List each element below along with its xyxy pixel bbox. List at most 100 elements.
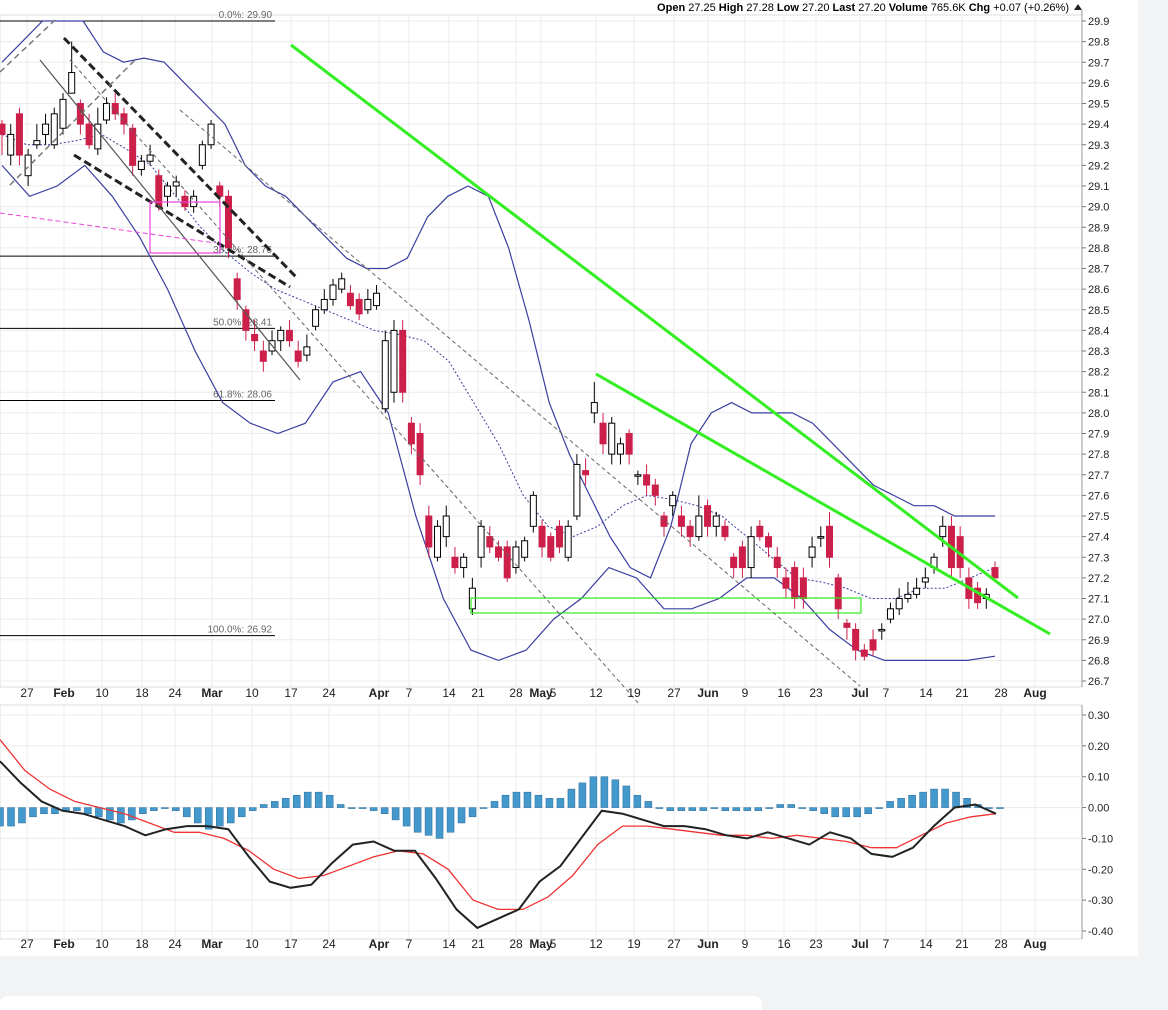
histogram-bar <box>743 807 752 811</box>
candle-body-up <box>364 298 372 311</box>
candle-body-up <box>695 515 703 538</box>
histogram-bar <box>809 807 817 811</box>
histogram-bar <box>787 804 795 808</box>
histogram-bar <box>424 807 433 836</box>
date-tick-label: 10 <box>95 686 109 700</box>
candle-body-down <box>233 278 241 300</box>
quote-label: High <box>716 2 747 14</box>
histogram-bar <box>413 807 422 833</box>
histogram-bar <box>930 788 938 808</box>
histogram-bar <box>688 807 697 811</box>
candle-body-down <box>407 422 415 445</box>
candle-body-down <box>486 536 494 548</box>
histogram-bar <box>18 807 26 824</box>
candle-body-down <box>451 556 459 569</box>
price-tick-label: 27.6 <box>1088 490 1109 502</box>
candle-body-up <box>442 515 450 538</box>
histogram-bar <box>358 807 367 809</box>
date-tick-label: 28 <box>994 686 1008 700</box>
histogram-bar <box>479 807 488 809</box>
candle-body-down <box>547 536 555 558</box>
candle-body-down <box>346 292 354 307</box>
candle-body-down <box>834 577 842 610</box>
histogram-bar <box>84 807 92 814</box>
histogram-bar <box>468 807 477 818</box>
histogram-bar <box>336 804 345 808</box>
price-tick-label: 29.3 <box>1088 140 1109 152</box>
candle-body-up <box>164 185 171 197</box>
histogram-bar <box>578 782 587 808</box>
price-tick-label: 28.1 <box>1088 387 1109 399</box>
histogram-bar <box>259 804 268 808</box>
candle-body-up <box>103 103 111 121</box>
histogram-bar <box>919 791 927 808</box>
fib-label: 61.8%: 28.06 <box>213 390 272 401</box>
candle-body-up <box>608 422 616 455</box>
candle-body-down <box>991 567 999 579</box>
price-tick-label: 29.2 <box>1088 160 1109 172</box>
candle-body-up <box>33 140 41 146</box>
candle-body-up <box>137 160 145 170</box>
macd-tick-label: 0.00 <box>1088 803 1109 815</box>
candle-body-down <box>704 505 712 527</box>
date-tick-label: 10 <box>245 686 259 700</box>
triangle-up-icon <box>1074 4 1082 10</box>
candle-body-down <box>765 536 773 548</box>
candle-body-up <box>381 340 389 410</box>
date-tick-label: Jul <box>851 686 868 700</box>
candle-body-up <box>329 284 337 300</box>
quote-value: +0.07 (+0.26%) <box>993 2 1069 14</box>
histogram-bar <box>512 791 521 808</box>
histogram-bar <box>314 791 323 808</box>
histogram-bar <box>523 791 532 808</box>
candle-body-up <box>59 98 67 129</box>
candle-body-up <box>320 298 328 311</box>
candle-body-down <box>860 649 868 657</box>
histogram-bar <box>710 807 719 809</box>
date-tick-label: 28 <box>509 686 523 700</box>
histogram-bar <box>457 807 466 824</box>
candle-body-up <box>747 536 755 569</box>
histogram-bar <box>897 798 905 808</box>
price-tick-label: 27.0 <box>1088 614 1109 626</box>
histogram-bar <box>589 776 598 808</box>
candle-body-down <box>773 556 781 569</box>
date-tick-label: 7 <box>406 686 413 700</box>
macd-tick-label: 0.20 <box>1088 741 1109 753</box>
quote-value: 765.6K <box>931 2 967 14</box>
candle-body-down <box>852 628 860 651</box>
date-tick-label: Apr <box>369 686 390 700</box>
candle-body-down <box>538 525 546 548</box>
quote-value: 27.20 <box>802 2 830 14</box>
price-axis: 29.9 29.8 29.7 29.6 29.5 29.4 29.3 29.2 29.1 29.0… <box>1082 16 1109 688</box>
histogram-bar <box>996 807 1004 809</box>
histogram-bar <box>908 794 916 808</box>
histogram-bar <box>721 807 730 811</box>
candle-body-up <box>669 494 677 507</box>
price-tick-label: 28.4 <box>1088 325 1109 337</box>
price-tick-label: 26.9 <box>1088 635 1109 647</box>
histogram-bar <box>161 807 169 809</box>
histogram-bar <box>270 801 279 808</box>
histogram-bar <box>864 807 872 814</box>
sidebar-strip <box>1138 0 1168 968</box>
candle-body-up <box>886 608 894 620</box>
candle-body-up <box>7 133 15 156</box>
histogram-bar <box>248 807 257 811</box>
candle-body-down <box>399 329 407 393</box>
date-tick-label: 14 <box>442 686 456 700</box>
candle-body-up <box>373 292 381 307</box>
date-tick-label: Jun <box>697 686 718 700</box>
histogram-bar <box>281 798 290 808</box>
price-tick-label: 27.5 <box>1088 511 1109 523</box>
price-tick-label: 27.7 <box>1088 470 1109 482</box>
date-tick-label: 24 <box>322 686 336 700</box>
candle-body-down <box>15 113 23 156</box>
date-tick-label: 24 <box>168 686 182 700</box>
candle-body-up <box>878 628 886 632</box>
candle-body-up <box>198 144 206 166</box>
histogram-bar <box>227 807 235 824</box>
histogram-bar <box>402 807 411 827</box>
candle-body-down <box>599 422 607 445</box>
candle-body-up <box>24 154 32 177</box>
